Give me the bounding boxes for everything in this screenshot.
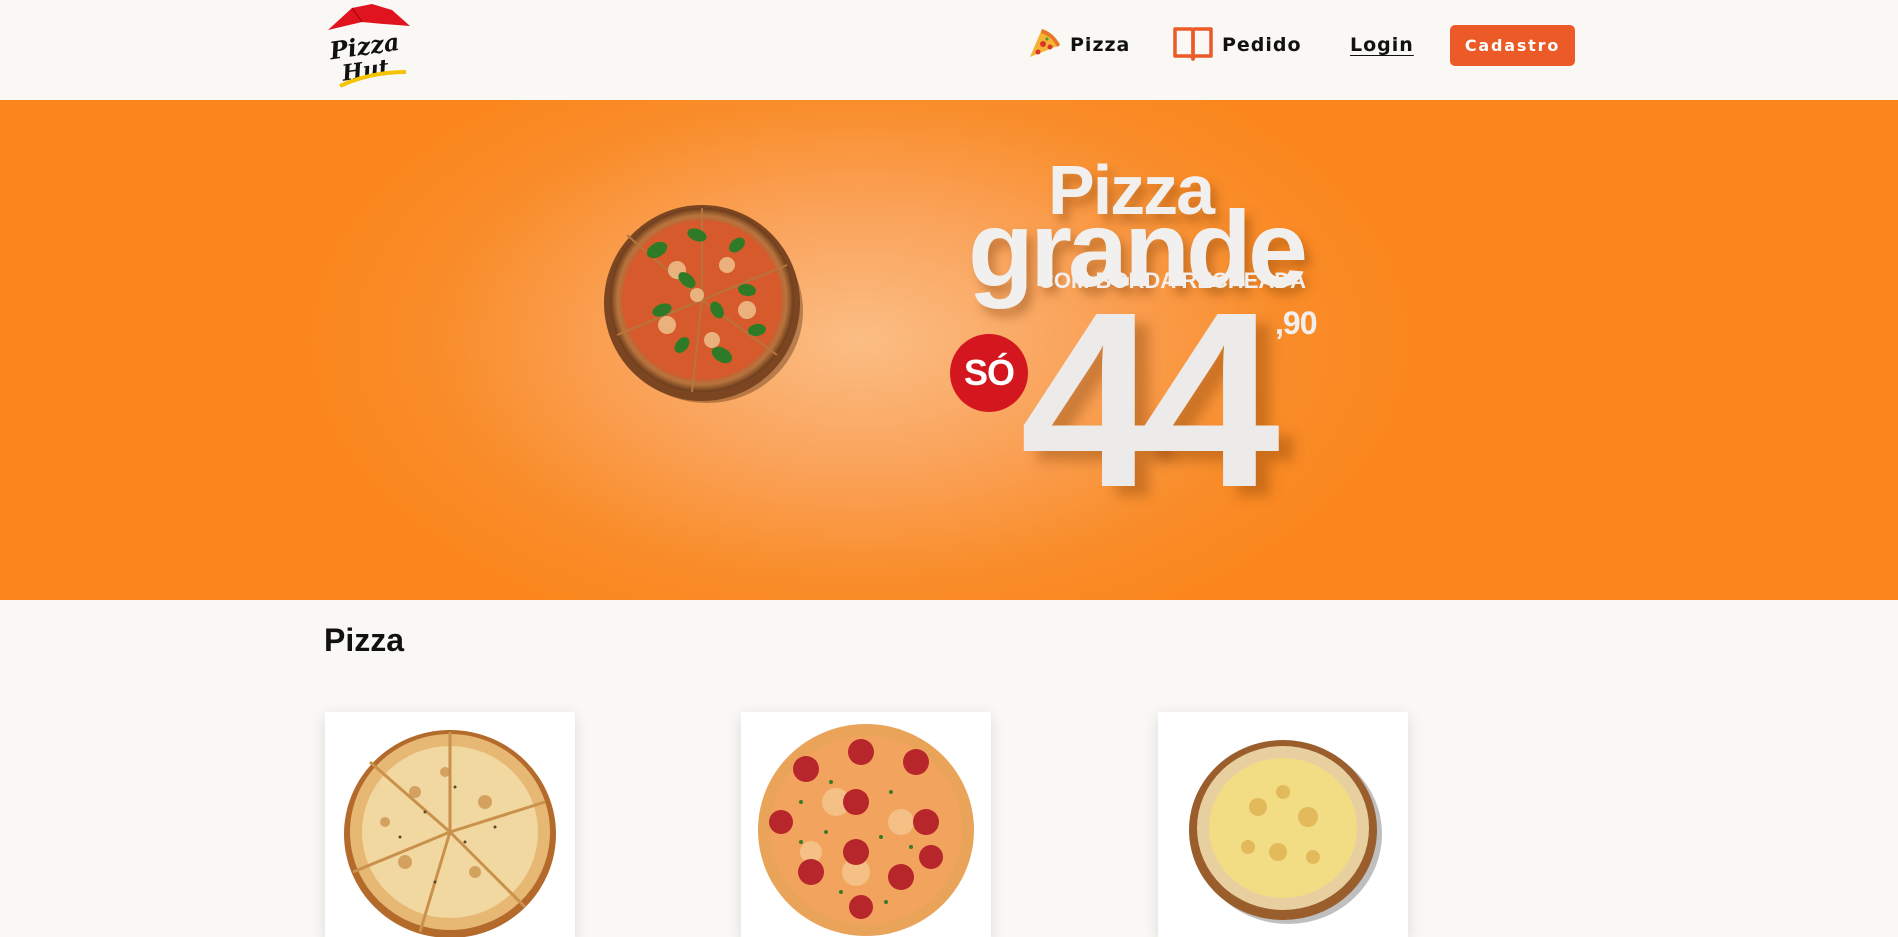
promo-banner[interactable]: Pizza grande COM BORDA RECHEADA SÓ 44 ,9… [0,100,1898,600]
nav-pedido-label: Pedido [1222,34,1302,56]
open-book-icon [1172,24,1214,67]
pizza-hut-logo[interactable]: Pizza Hut [322,0,414,92]
nav-pizza-label: Pizza [1070,34,1131,56]
nav-login[interactable]: Login [1350,22,1414,68]
product-card[interactable] [1158,712,1408,937]
product-card[interactable] [741,712,991,937]
white-pizza-image [344,730,556,937]
nav-pedido[interactable]: Pedido [1172,22,1302,68]
login-link[interactable]: Login [1350,34,1414,56]
promo-price-cents: ,90 [1275,305,1317,341]
product-card[interactable] [325,712,575,937]
pizza-slice-icon [1028,27,1062,64]
pepperoni-pizza-image [758,724,974,936]
nav-cadastro[interactable]: Cadastro [1450,22,1575,68]
site-header: Pizza Hut Pizza Pedido Login Cadastro [0,0,1898,100]
promo-so-badge: SÓ [950,334,1028,412]
cadastro-button[interactable]: Cadastro [1450,24,1575,66]
margherita-pizza-image [597,195,807,405]
cheese-pizza-image [1189,740,1382,924]
promo-price: 44 [1020,260,1280,539]
nav-pizza[interactable]: Pizza [1028,22,1130,68]
section-title: Pizza [324,622,405,658]
